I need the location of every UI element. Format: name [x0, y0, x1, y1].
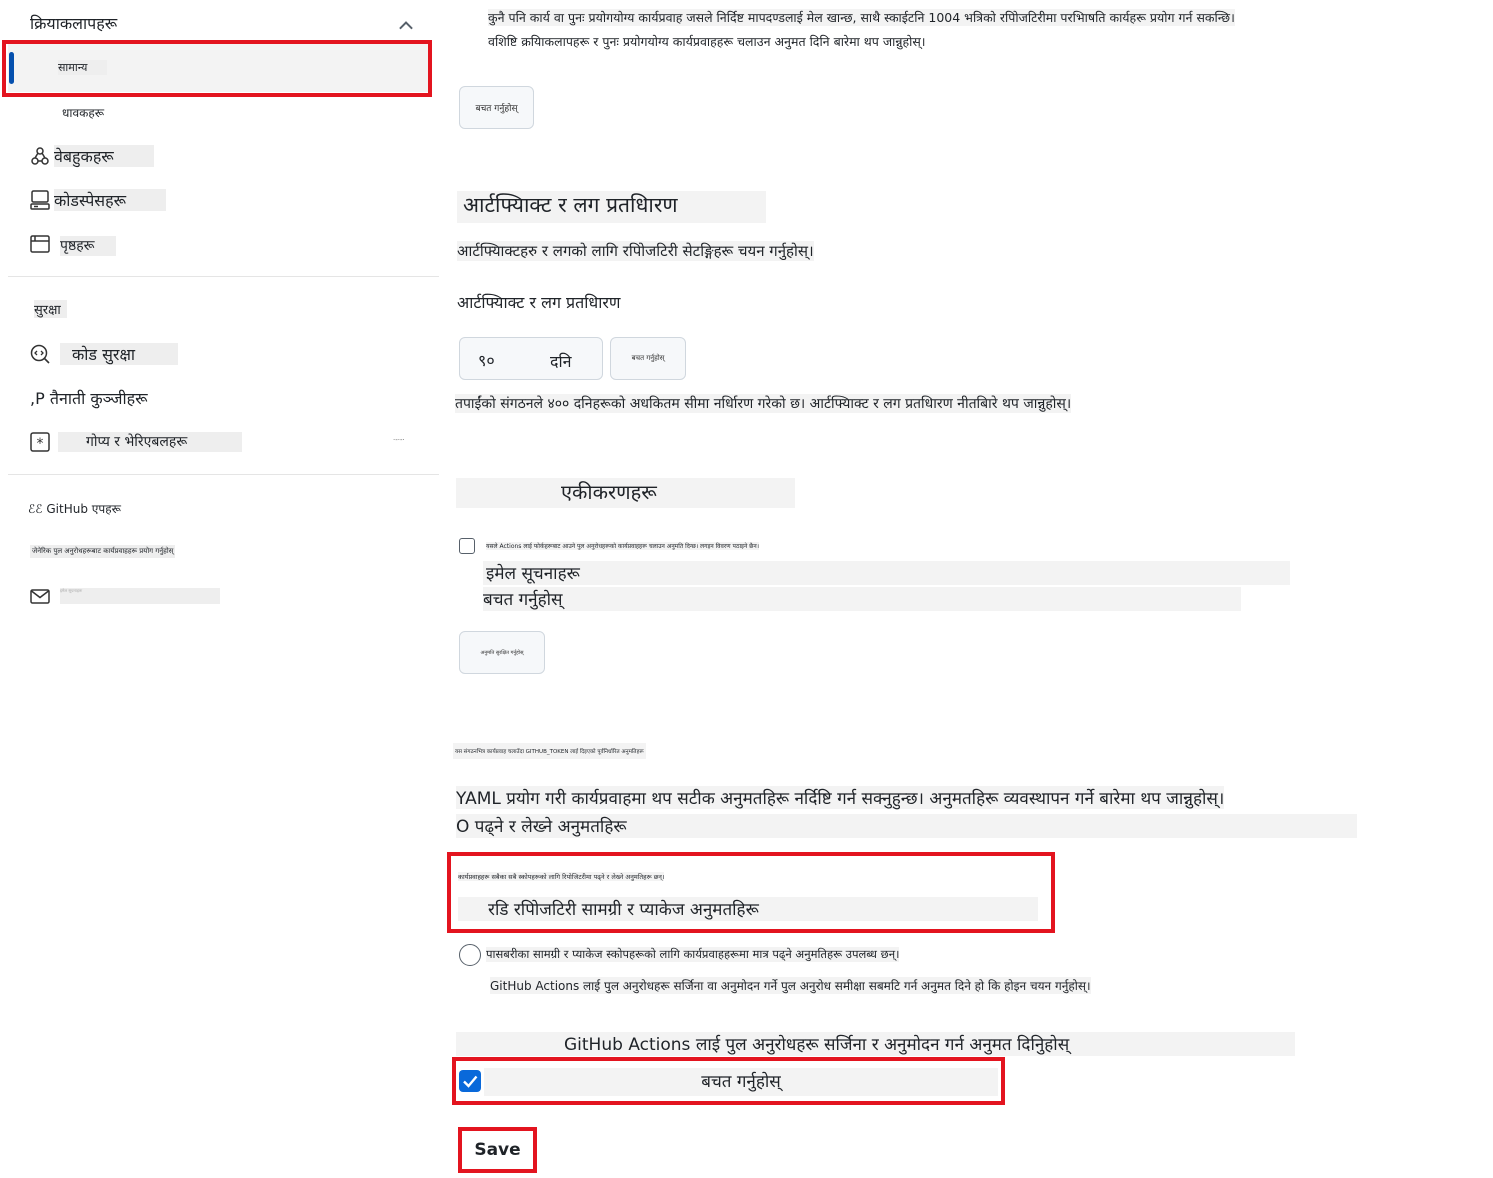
- integrations-heading: एकीकरणहरू: [456, 478, 795, 508]
- svg-text:*: *: [37, 436, 44, 452]
- code-security-icon: [29, 343, 51, 365]
- sidebar-item-codespaces[interactable]: कोडस्पेसहरू: [54, 189, 166, 211]
- save-button-actions[interactable]: बचत गर्नुहोस्: [459, 86, 534, 129]
- asterisk-icon: *: [29, 431, 51, 453]
- sidebar-item-deploy-keys[interactable]: ,P तैनाती कुञ्जीहरू: [30, 387, 148, 409]
- read-write-permissions-label[interactable]: O पढ्ने र लेख्ने अनुमतहिरू: [456, 814, 1357, 838]
- save-label: बचत गर्नुहोस्: [483, 587, 1241, 611]
- email-notifications-label: इमेल सूचनाहरू: [483, 561, 1290, 585]
- sidebar-integrations-sub[interactable]: जेनेरिक पुल अनुरोधहरूबाट कार्यप्रवाहहरू …: [30, 545, 176, 558]
- allow-pr-creation-label: GitHub Actions लाई पुल अनुरोधहरू सर्जिना…: [456, 1032, 1295, 1056]
- sidebar-heading-security: सुरक्षा: [34, 300, 67, 318]
- intro-line-1: कुनै पनि कार्य वा पुनः प्रयोगयोग्य कार्य…: [488, 9, 1235, 26]
- save-button-retention[interactable]: बचत गर्नुहोस्: [610, 337, 686, 380]
- sidebar-item-webhooks[interactable]: वेबहुकहरू: [54, 145, 154, 167]
- secrets-trailing-marks: ·-·-·: [393, 436, 405, 444]
- sidebar-divider-1: [8, 276, 439, 277]
- sidebar-item-code-security[interactable]: कोड सुरक्षा: [60, 343, 178, 365]
- retention-note: तपाईंको संगठनले ४०० दनिहरूको अधकितम सीमा…: [455, 394, 1072, 413]
- save-button-final[interactable]: Save: [458, 1127, 537, 1173]
- fork-pr-checkbox-note: यसले Actions लाई फोर्कहरूबाट आउने पुल अन…: [486, 542, 759, 550]
- chevron-up-icon[interactable]: [395, 14, 413, 32]
- sidebar-item-secrets[interactable]: गोप्य र भेरिएबलहरू: [58, 432, 242, 452]
- artifact-heading: आर्टफ्यािक्ट र लग प्रतधिारण: [457, 191, 766, 223]
- retention-value: ९०: [478, 351, 495, 370]
- sidebar-section-actions[interactable]: क्रियाकलापहरू: [30, 12, 117, 34]
- intro-line-2: वशिष्टि क्रयिाकलापहरू र पुनः प्रयोगयोग्य…: [488, 34, 926, 49]
- mail-icon: [29, 585, 51, 607]
- webhook-icon: [29, 145, 51, 167]
- highlight-general: [2, 40, 432, 97]
- pr-permission-description: GitHub Actions लाई पुल अनुरोधहरू सर्जिना…: [490, 977, 1091, 994]
- sidebar-heading-github-apps: ℰℰ GitHub एपहरू: [28, 500, 121, 517]
- highlight-permissions: [447, 852, 1055, 933]
- sidebar-divider-2: [8, 474, 439, 475]
- read-only-description: पासबरीका सामग्री र प्याकेज स्कोपहरूको ला…: [486, 947, 900, 962]
- deploy-keys-prefix: ,P: [30, 389, 45, 408]
- pages-icon: [29, 233, 51, 255]
- yaml-permissions-line: YAML प्रयोग गरी कार्यप्रवाहमा थप सटीक अन…: [456, 786, 1225, 809]
- codespaces-icon: [29, 189, 51, 211]
- artifact-sublabel: आर्टफ्यािक्ट र लग प्रतधिारण: [457, 293, 621, 312]
- github-apps-prefix: ℰℰ: [28, 502, 43, 516]
- sidebar-item-email[interactable]: इमेल सूचनाहरू: [60, 588, 220, 604]
- token-note: यस संगठनभित्र कार्यप्रवाह चलाउँदा GITHUB…: [453, 743, 646, 759]
- read-only-radio[interactable]: [459, 944, 481, 966]
- save-button-integrations[interactable]: अनुमति सुरक्षित गर्नुहोस्: [459, 631, 545, 674]
- artifact-description: आर्टफ्यािक्टहरु र लगको लागि रपिोजटिरी से…: [457, 241, 814, 261]
- retention-unit: दनि: [550, 352, 572, 371]
- github-apps-label: GitHub एपहरू: [46, 502, 121, 516]
- highlight-allow-pr: [452, 1057, 1005, 1105]
- sidebar-item-pages[interactable]: पृष्ठहरू: [60, 236, 116, 256]
- sidebar-item-runners[interactable]: धावकहरू: [62, 104, 104, 121]
- fork-pr-checkbox[interactable]: [459, 538, 475, 554]
- retention-days-input[interactable]: ९० दनि: [459, 337, 603, 380]
- deploy-keys-label: तैनाती कुञ्जीहरू: [49, 389, 148, 408]
